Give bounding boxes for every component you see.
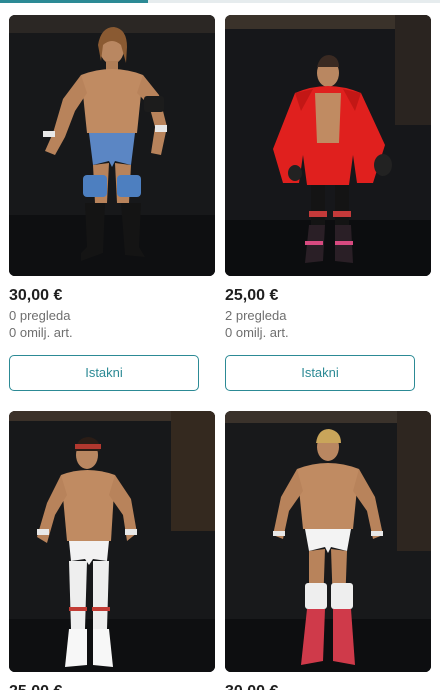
listing-grid: 30,00 € 0 pregleda 0 omilj. art. Istakni <box>9 15 433 690</box>
listings-page: 30,00 € 0 pregleda 0 omilj. art. Istakni <box>0 0 440 690</box>
listing-card[interactable]: 30,00 € <box>225 411 431 690</box>
listing-photo[interactable] <box>9 15 215 276</box>
listing-card[interactable]: 25,00 € <box>9 411 215 690</box>
listing-price: 30,00 € <box>9 287 63 304</box>
wrestler-figure-icon <box>9 15 215 276</box>
listing-photo[interactable] <box>225 15 431 276</box>
listing-photo[interactable] <box>225 411 431 672</box>
wrestler-figure-icon <box>225 15 431 276</box>
listing-card[interactable]: 30,00 € 0 pregleda 0 omilj. art. Istakni <box>9 15 215 391</box>
listing-favorites: 0 omilj. art. <box>9 325 73 340</box>
wrestler-figure-icon <box>225 411 431 672</box>
listing-price: 30,00 € <box>225 682 431 690</box>
listing-photo[interactable] <box>9 411 215 672</box>
listing-price: 25,00 € <box>9 682 215 690</box>
wrestler-figure-icon <box>9 411 215 672</box>
tab-underline-active <box>0 0 148 3</box>
listing-price: 25,00 € <box>225 287 279 304</box>
listing-views: 2 pregleda <box>225 308 287 323</box>
listing-views: 0 pregleda <box>9 308 71 323</box>
listing-card[interactable]: 25,00 € 2 pregleda 0 omilj. art. Istakni <box>225 15 431 391</box>
promote-button[interactable]: Istakni <box>9 355 199 391</box>
promote-button[interactable]: Istakni <box>225 355 415 391</box>
listing-favorites: 0 omilj. art. <box>225 325 289 340</box>
